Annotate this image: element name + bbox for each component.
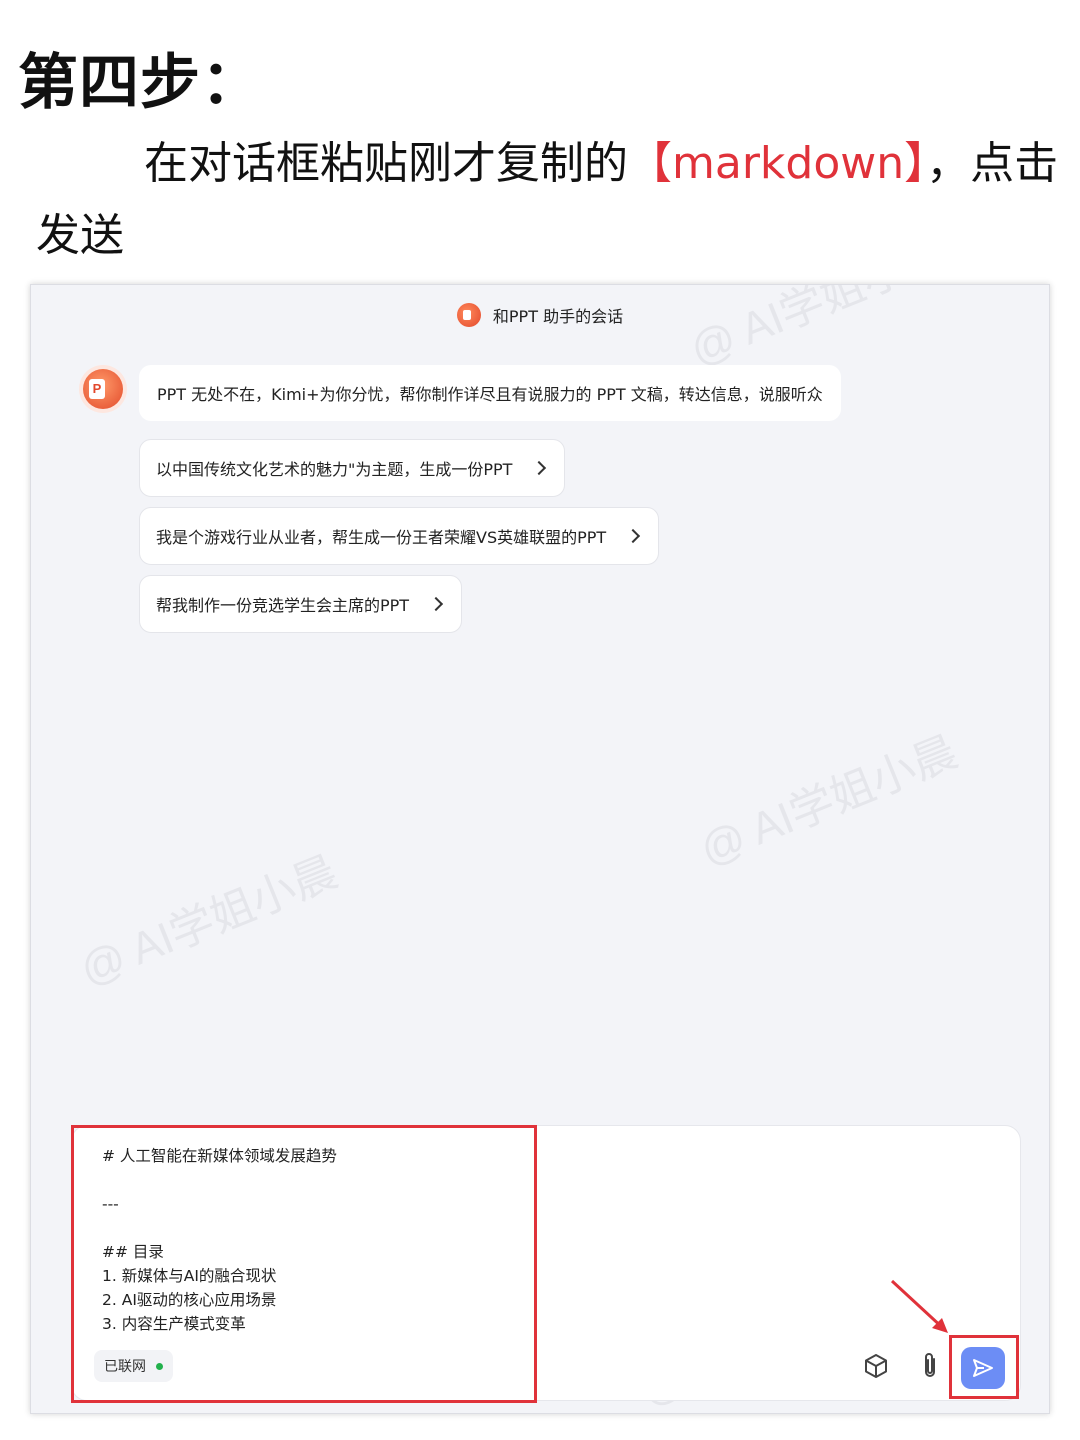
chevron-right-icon [532, 460, 547, 476]
suggestion-label: 帮我制作一份竞选学生会主席的PPT [156, 596, 410, 615]
message-input[interactable]: # 人工智能在新媒体领域发展趋势 --- ## 目录 1. 新媒体与AI的融合现… [102, 1144, 337, 1336]
suggestion-chip-1[interactable]: 以中国传统文化艺术的魅力"为主题，生成一份PPT [139, 439, 566, 497]
instruction-text: 在对话框粘贴刚才复制的【markdown】，点击发送 [36, 128, 1066, 272]
chat-header: 和PPT 助手的会话 [31, 303, 1049, 327]
step-title: 第四步： [18, 48, 262, 118]
suggestion-chip-3[interactable]: 帮我制作一份竞选学生会主席的PPT [139, 575, 463, 633]
suggestion-label: 以中国传统文化艺术的魅力"为主题，生成一份PPT [156, 460, 513, 479]
suggestion-label: 我是个游戏行业从业者，帮生成一份王者荣耀VS英雄联盟的PPT [156, 528, 607, 547]
watermark: @ AI学姐小晨 [683, 284, 955, 375]
arrow-annotation [890, 1279, 948, 1333]
chat-screenshot: @ AI学姐小晨 @ AI学姐小晨 @ AI学姐小晨 @ AI学姐小晨 @ AI… [30, 284, 1050, 1414]
instruction-highlight: 【markdown】 [628, 138, 927, 189]
online-dot-icon [156, 1362, 163, 1370]
ppt-assistant-icon [456, 303, 481, 327]
send-button[interactable] [961, 1347, 1005, 1389]
send-icon [973, 1359, 993, 1377]
cube-icon[interactable] [859, 1349, 893, 1383]
watermark: @ AI学姐小晨 [693, 727, 965, 875]
suggestion-chip-2[interactable]: 我是个游戏行业从业者，帮生成一份王者荣耀VS英雄联盟的PPT [139, 507, 660, 565]
chevron-right-icon [429, 596, 444, 612]
chat-title: 和PPT 助手的会话 [492, 307, 624, 326]
watermark: @ AI学姐小晨 [73, 847, 345, 995]
paperclip-icon[interactable] [913, 1349, 947, 1383]
welcome-message: PPT 无处不在，Kimi+为你分忧，帮你制作详尽且有说服力的 PPT 文稿，转… [139, 365, 841, 421]
chevron-right-icon [626, 528, 641, 544]
network-label: 已联网 [104, 1359, 146, 1375]
instruction-prefix: 在对话框粘贴刚才复制的 [144, 138, 628, 189]
avatar: P [79, 365, 127, 413]
network-status-badge[interactable]: 已联网 [94, 1350, 173, 1382]
